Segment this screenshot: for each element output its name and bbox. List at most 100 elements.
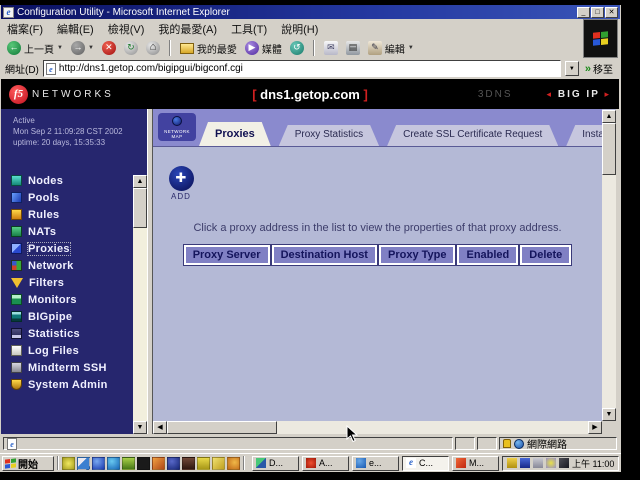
sidebar-item-statistics[interactable]: Statistics	[11, 325, 147, 342]
sidebar-item-monitors[interactable]: Monitors	[11, 291, 147, 308]
menu-file[interactable]: 檔案(F)	[7, 21, 43, 37]
quicklaunch-icon[interactable]	[77, 457, 90, 470]
tab-create-ssl-certificate-request[interactable]: Create SSL Certificate Request	[387, 125, 558, 146]
media-button[interactable]: ▶ 媒體	[243, 40, 284, 57]
scroll-down-icon[interactable]: ▼	[602, 408, 616, 421]
menu-tools[interactable]: 工具(T)	[231, 21, 267, 37]
task-button[interactable]: A...	[302, 456, 349, 471]
bracket-left: [	[252, 87, 256, 102]
refresh-button[interactable]: ↻	[122, 40, 140, 56]
column-delete: Delete	[520, 245, 571, 265]
taskbar-separator	[57, 456, 59, 470]
sidebar-scrollbar[interactable]: ▲ ▼	[133, 175, 147, 434]
tab-proxies[interactable]: Proxies	[199, 122, 271, 146]
windows-flag-icon	[5, 458, 16, 468]
add-proxy-button[interactable]: ✚ ADD	[166, 166, 196, 201]
task-button[interactable]: e...	[352, 456, 399, 471]
quicklaunch-icon[interactable]	[137, 457, 150, 470]
stop-button[interactable]: ✕	[100, 40, 118, 56]
sidebar-item-mindterm-ssh[interactable]: Mindterm SSH	[11, 359, 147, 376]
scroll-up-icon[interactable]: ▲	[602, 110, 616, 123]
menu-help[interactable]: 說明(H)	[281, 21, 318, 37]
scroll-right-icon[interactable]: ▶	[588, 421, 602, 434]
network-map-icon	[172, 116, 182, 126]
quicklaunch-icon[interactable]	[182, 457, 195, 470]
minimize-button[interactable]: _	[577, 7, 590, 18]
sidebar-item-label: Pools	[28, 192, 59, 204]
quicklaunch-icon[interactable]	[107, 457, 120, 470]
history-button[interactable]: ↺	[288, 40, 306, 56]
navigation-sidebar: Active Mon Sep 2 11:09:28 CST 2002 uptim…	[1, 109, 147, 434]
forward-button[interactable]: → ▼	[69, 40, 96, 56]
sidebar-item-nats[interactable]: NATs	[11, 223, 147, 240]
go-button[interactable]: » 移至	[583, 61, 615, 76]
rules-icon	[11, 209, 22, 220]
sidebar-item-bigpipe[interactable]: BIGpipe	[11, 308, 147, 325]
column-destination-host: Destination Host	[272, 245, 377, 265]
sidebar-item-filters[interactable]: Filters	[11, 274, 147, 291]
sidebar-item-system-admin[interactable]: System Admin	[11, 376, 147, 393]
zone-label: 網際網路	[527, 436, 567, 451]
address-input[interactable]: e http://dns1.getop.com/bigipgui/bigconf…	[43, 60, 561, 77]
task-button[interactable]: D...	[252, 456, 299, 471]
address-dropdown-button[interactable]: ▼	[565, 61, 579, 76]
quicklaunch-icon[interactable]	[227, 457, 240, 470]
sidebar-item-proxies[interactable]: Proxies	[11, 240, 147, 257]
sidebar-item-pools[interactable]: Pools	[11, 189, 147, 206]
monitors-icon	[11, 294, 22, 305]
menu-bar: 檔案(F) 編輯(E) 檢視(V) 我的最愛(A) 工具(T) 說明(H)	[1, 19, 583, 38]
quicklaunch-icon[interactable]	[212, 457, 225, 470]
sidebar-item-nodes[interactable]: Nodes	[11, 172, 147, 189]
start-button[interactable]: 開始	[2, 456, 54, 471]
tray-icon[interactable]	[507, 458, 517, 468]
close-button[interactable]: ✕	[605, 7, 618, 18]
sidebar-item-rules[interactable]: Rules	[11, 206, 147, 223]
scrollbar-thumb[interactable]	[167, 421, 277, 434]
tray-icon[interactable]	[520, 458, 530, 468]
menu-view[interactable]: 檢視(V)	[108, 21, 145, 37]
quicklaunch-icon[interactable]	[122, 457, 135, 470]
menu-edit[interactable]: 編輯(E)	[57, 21, 94, 37]
maximize-button[interactable]: □	[591, 7, 604, 18]
tray-icon[interactable]	[546, 458, 556, 468]
task-buttons: D... A... e... eC... M...	[252, 456, 499, 471]
hostname: dns1.getop.com	[260, 87, 360, 102]
media-icon: ▶	[245, 41, 259, 55]
back-button[interactable]: ← 上一頁 ▼	[5, 40, 65, 57]
network-map-button[interactable]: NETWORK MAP	[158, 113, 196, 141]
scroll-up-icon[interactable]: ▲	[133, 175, 147, 188]
favorites-label: 我的最愛	[197, 41, 237, 56]
tray-icon[interactable]	[533, 458, 543, 468]
home-button[interactable]: ⌂	[144, 40, 162, 56]
scroll-left-icon[interactable]: ◀	[153, 421, 167, 434]
edit-button[interactable]: ✎ 編輯 ▼	[366, 40, 416, 57]
quicklaunch-icon[interactable]	[167, 457, 180, 470]
quicklaunch-icon[interactable]	[62, 457, 75, 470]
edit-icon: ✎	[368, 41, 382, 55]
windows-flag-icon	[593, 31, 608, 46]
task-button[interactable]: M...	[452, 456, 499, 471]
sidebar-item-label: Log Files	[28, 345, 79, 357]
mail-button[interactable]: ✉	[322, 40, 340, 56]
task-button-active[interactable]: eC...	[402, 456, 449, 471]
statistics-icon	[11, 328, 22, 339]
quicklaunch-icon[interactable]	[92, 457, 105, 470]
quicklaunch-icon[interactable]	[197, 457, 210, 470]
favorites-button[interactable]: 我的最愛	[178, 40, 239, 57]
sidebar-item-logfiles[interactable]: Log Files	[11, 342, 147, 359]
menu-favorites[interactable]: 我的最愛(A)	[158, 21, 217, 37]
status-panel	[477, 437, 497, 450]
tab-proxy-statistics[interactable]: Proxy Statistics	[279, 125, 379, 146]
tray-icon[interactable]	[559, 458, 569, 468]
content-vertical-scrollbar[interactable]: ▲ ▼	[602, 110, 616, 421]
add-icon: ✚	[169, 166, 194, 191]
scrollbar-thumb[interactable]	[133, 188, 147, 228]
scrollbar-thumb[interactable]	[602, 123, 616, 175]
content-frame: NETWORK MAP Proxies Proxy Statistics Cre…	[153, 109, 616, 434]
content-horizontal-scrollbar[interactable]: ◀ ▶	[153, 421, 602, 434]
task-button-label: A...	[319, 458, 333, 468]
print-button[interactable]: ▤	[344, 40, 362, 56]
sidebar-item-network[interactable]: Network	[11, 257, 147, 274]
scroll-down-icon[interactable]: ▼	[133, 421, 147, 434]
quicklaunch-icon[interactable]	[152, 457, 165, 470]
